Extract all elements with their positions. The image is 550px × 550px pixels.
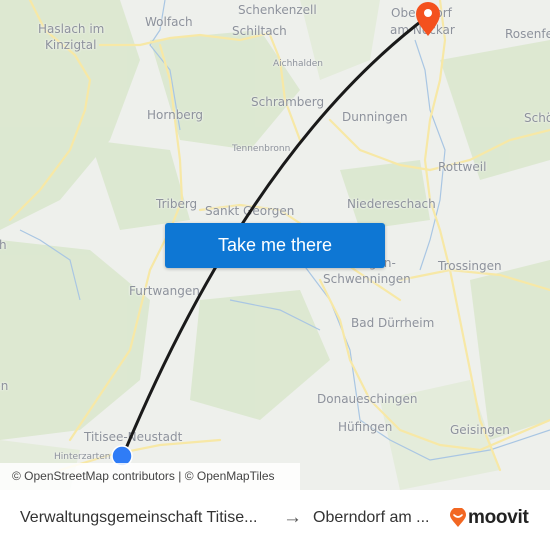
moovit-pin-icon	[450, 508, 466, 527]
route-destination: Oberndorf am ...	[313, 509, 430, 526]
openmaptiles-attribution-link[interactable]: © OpenMapTiles	[185, 469, 275, 483]
moovit-logo[interactable]: moovit	[450, 507, 529, 529]
attribution-separator: |	[178, 469, 182, 483]
route-footer: Verwaltungsgemeinschaft Titise... → Ober…	[0, 490, 550, 550]
route-origin: Verwaltungsgemeinschaft Titise...	[20, 509, 258, 526]
map[interactable]: Haslach im Kinzigtal Wolfach Schenkenzel…	[0, 0, 550, 490]
take-me-there-button[interactable]: Take me there	[165, 223, 385, 268]
map-attribution: © OpenStreetMap contributors | © OpenMap…	[0, 463, 300, 490]
destination-marker-icon[interactable]	[416, 2, 440, 36]
moovit-wordmark: moovit	[468, 507, 529, 528]
arrow-right-icon: →	[283, 507, 302, 528]
osm-attribution-link[interactable]: © OpenStreetMap contributors	[12, 469, 175, 483]
